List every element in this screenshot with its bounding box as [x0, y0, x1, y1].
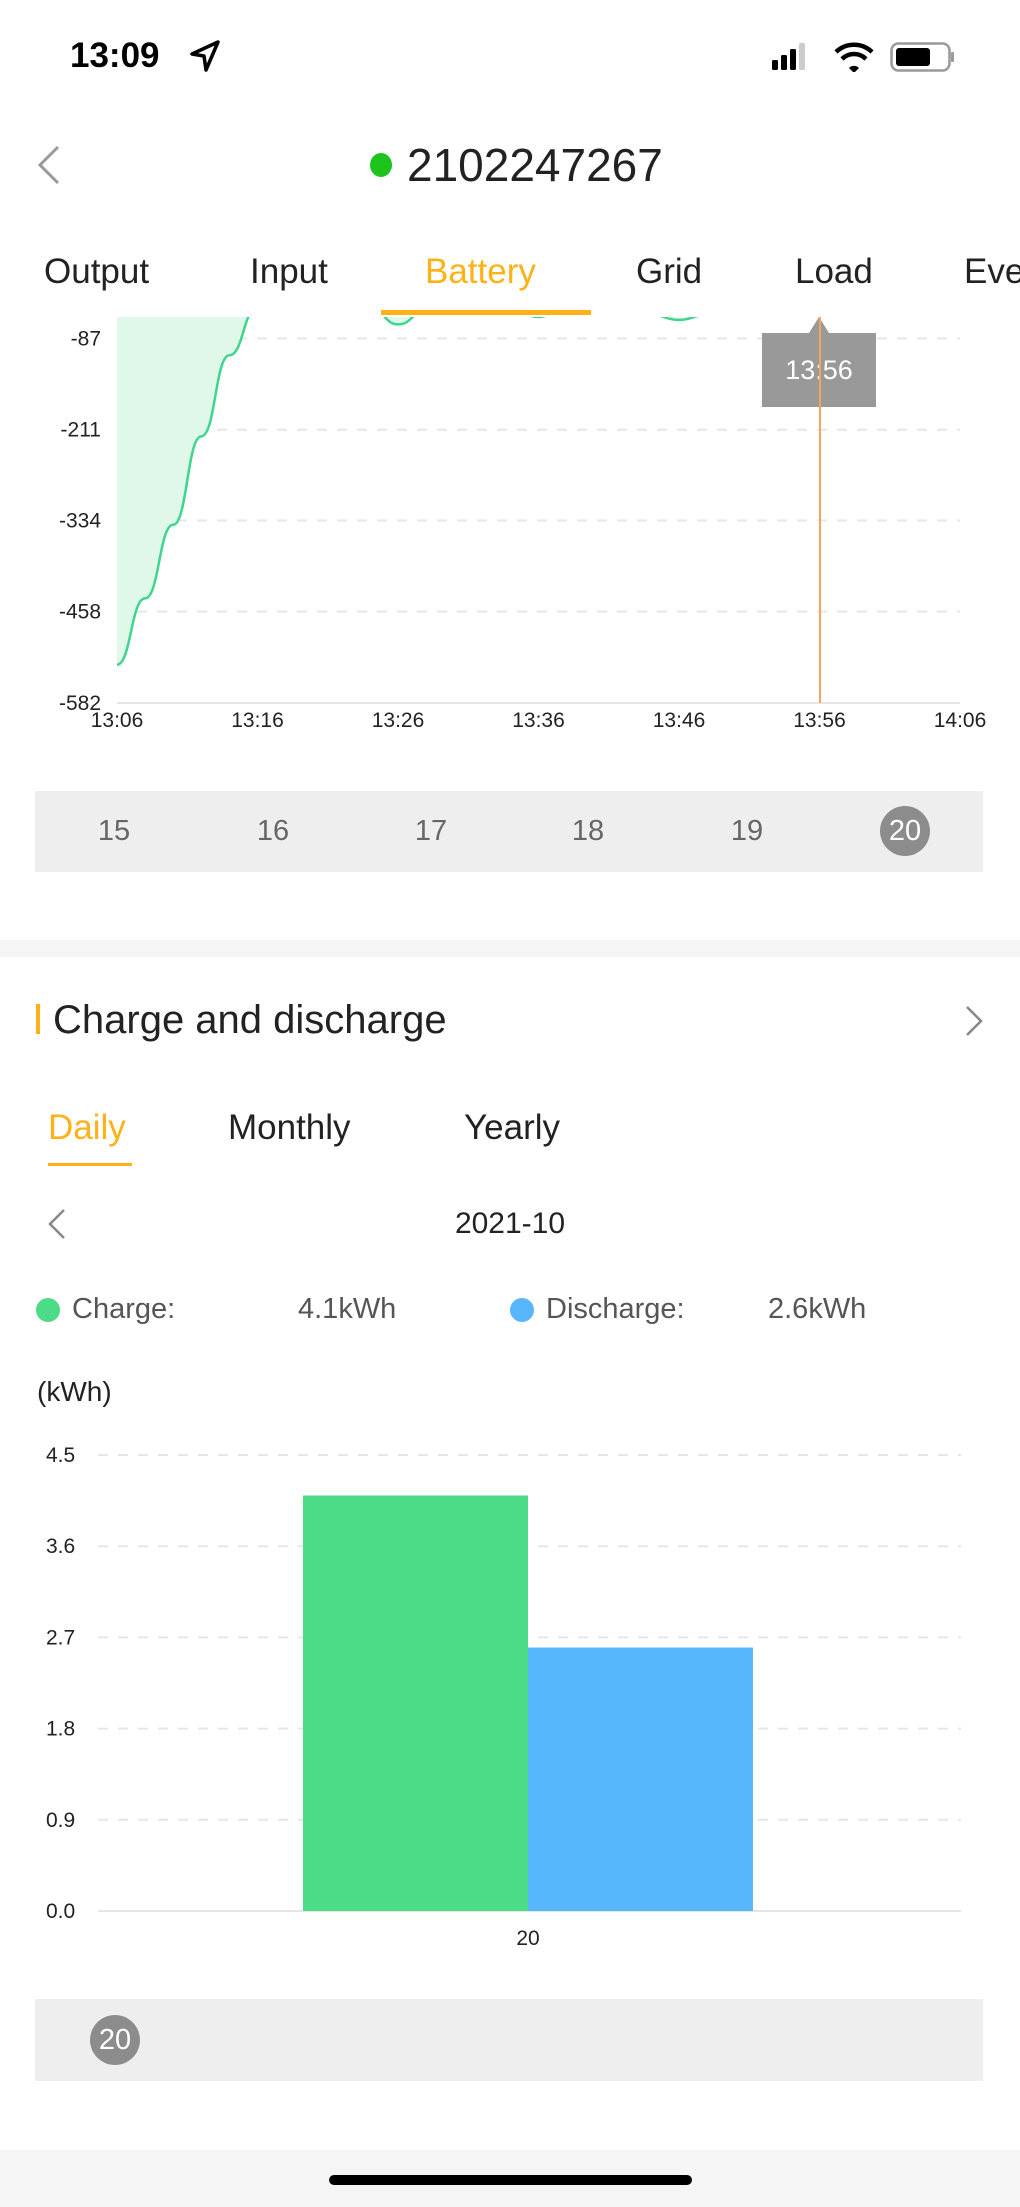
y-tick-label: 1.8	[46, 1718, 75, 1741]
wifi-icon	[834, 42, 874, 72]
tab-events[interactable]: Eve	[964, 252, 1020, 292]
signal-icon	[772, 43, 805, 70]
back-chevron-icon[interactable]	[34, 145, 64, 185]
charge-discharge-chart: 4.5 3.6 2.7 1.8 0.9 0.0 20	[46, 1444, 961, 1950]
x-tick-label: 20	[516, 1927, 539, 1950]
online-status-dot	[370, 153, 392, 177]
y-tick-label: -87	[71, 327, 101, 350]
discharge-value: 2.6kWh	[768, 1293, 867, 1325]
section-marker	[36, 1004, 40, 1034]
bottom-day-selector: 20	[35, 1999, 983, 2081]
status-time: 13:09	[70, 36, 160, 75]
tab-grid[interactable]: Grid	[636, 252, 702, 292]
discharge-label: Discharge:	[546, 1293, 685, 1325]
charge-value: 4.1kWh	[298, 1293, 397, 1325]
home-indicator[interactable]	[329, 2175, 692, 2185]
day-19[interactable]: 19	[722, 806, 772, 856]
tab-daily[interactable]: Daily	[48, 1108, 126, 1148]
tab-output[interactable]: Output	[44, 252, 149, 292]
x-tick-label: 14:06	[934, 709, 987, 732]
tab-monthly[interactable]: Monthly	[228, 1108, 351, 1148]
section-divider	[0, 940, 1020, 957]
y-tick-label: 3.6	[46, 1535, 75, 1558]
x-tick-label: 13:06	[91, 709, 144, 732]
y-tick-label: -211	[61, 419, 101, 442]
x-tick-label: 13:16	[231, 709, 284, 732]
tab-load[interactable]: Load	[795, 252, 873, 292]
y-tick-label: 0.0	[46, 1900, 75, 1923]
previous-period-icon[interactable]	[46, 1208, 68, 1240]
daily-underline	[48, 1163, 132, 1166]
discharge-legend-dot	[510, 1298, 534, 1322]
day-18[interactable]: 18	[563, 806, 613, 856]
charge-label: Charge:	[72, 1293, 176, 1325]
y-tick-label: 2.7	[46, 1626, 75, 1649]
bar-charge	[303, 1495, 528, 1911]
x-tick-label: 13:56	[793, 709, 846, 732]
area-fill	[117, 317, 695, 665]
tab-battery[interactable]: Battery	[425, 252, 536, 292]
location-arrow-icon	[190, 40, 220, 72]
chevron-right-icon[interactable]	[964, 1005, 984, 1037]
day-17[interactable]: 17	[406, 806, 456, 856]
unit-label: (kWh)	[37, 1376, 112, 1407]
battery-icon	[890, 42, 954, 72]
y-tick-label: 0.9	[46, 1809, 75, 1832]
x-tick-label: 13:26	[372, 709, 425, 732]
day-20[interactable]: 20	[880, 806, 930, 856]
tab-input[interactable]: Input	[250, 252, 328, 292]
section-title: Charge and discharge	[53, 998, 447, 1042]
y-tick-label: -334	[59, 509, 101, 532]
x-tick-label: 13:46	[653, 709, 706, 732]
day-16[interactable]: 16	[248, 806, 298, 856]
day-20[interactable]: 20	[90, 2015, 140, 2065]
charge-legend-dot	[36, 1298, 60, 1322]
y-tick-label: -458	[59, 601, 101, 624]
day-selector: 15 16 17 18 19 20	[35, 791, 983, 872]
tab-active-underline	[381, 310, 591, 315]
day-15[interactable]: 15	[89, 806, 139, 856]
bar-discharge	[528, 1647, 753, 1911]
x-tick-label: 13:36	[512, 709, 565, 732]
y-tick-label: 4.5	[46, 1444, 75, 1467]
device-title: 2102247267	[407, 139, 663, 191]
tab-yearly[interactable]: Yearly	[464, 1108, 560, 1148]
cursor-line	[819, 317, 821, 703]
period-label: 2021-10	[454, 1207, 566, 1240]
